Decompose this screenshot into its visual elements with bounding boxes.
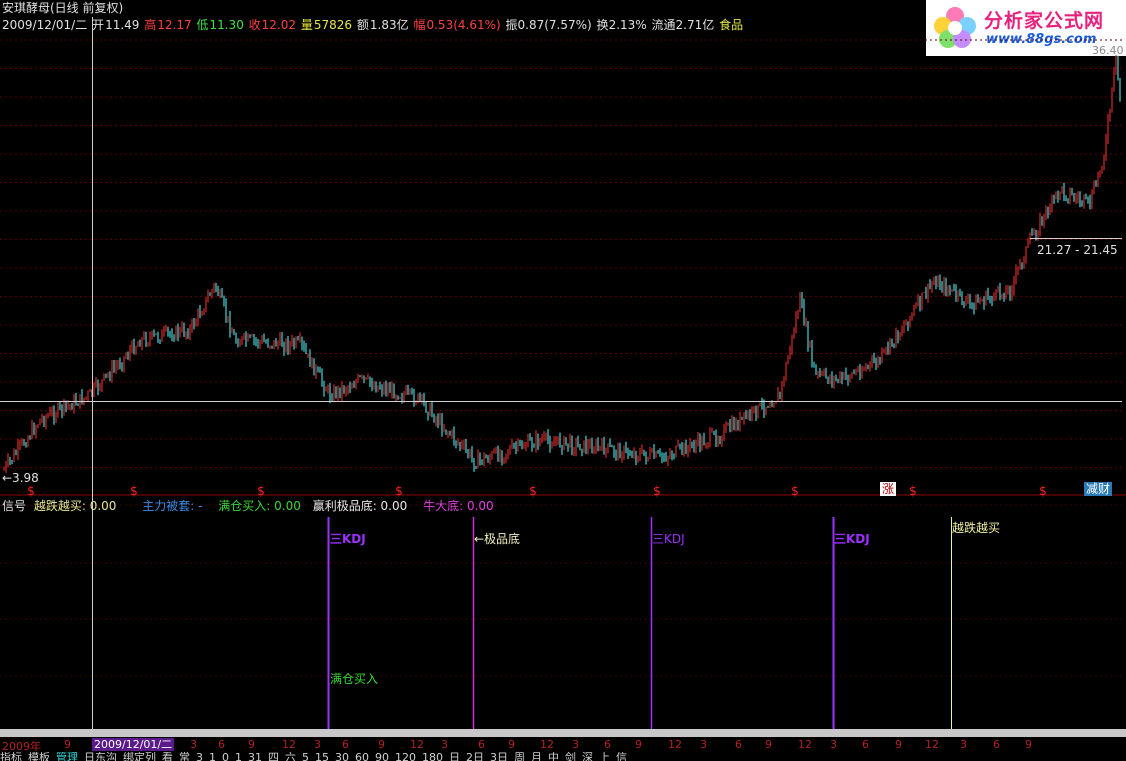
bottom-tab[interactable]: 3 (196, 752, 203, 761)
bottom-tab[interactable]: 1 (235, 752, 242, 761)
bottom-tab[interactable]: 周 (514, 752, 525, 761)
date-axis-tick: 9 (765, 738, 772, 751)
date-axis-tick: 12 (925, 738, 939, 751)
bottom-tab[interactable]: 90 (375, 752, 389, 761)
date-axis-tick: 3 (190, 738, 197, 751)
bottom-tab[interactable]: 日 (449, 752, 460, 761)
indicator-header: 信号 越跌越买: 0.00 主力被套: - 满仓买入: 0.00 赢利极品底: … (2, 498, 494, 514)
bottom-tab[interactable]: 15 (315, 752, 329, 761)
bottom-tab[interactable]: 四 (268, 752, 279, 761)
date-axis-tick: 9 (378, 738, 385, 751)
signal-label-kdj-1: 三KDJ (330, 532, 366, 546)
date-axis-tick: 3 (314, 738, 321, 751)
date-axis-tick: 6 (342, 738, 349, 751)
indicator-name: 信号 (2, 499, 27, 513)
bottom-tab[interactable]: 月 (531, 752, 542, 761)
date-axis-tick: 6 (604, 738, 611, 751)
indicator-item-zhuli: 主力被套: - (142, 499, 203, 513)
badge-up: 涨 (880, 482, 897, 496)
bottom-tab[interactable]: 120 (395, 752, 416, 761)
date-axis-tick: 9 (508, 738, 515, 751)
cursor-date-label: 2009/12/01/二 (92, 738, 175, 751)
signal-label-yuedie: 越跌越买 (952, 521, 1001, 535)
date-axis-tick: 3 (960, 738, 967, 751)
kline-chart[interactable]: $ $ $ $ $ $ $ $ $ (0, 0, 1126, 729)
bottom-tab[interactable]: 60 (355, 752, 369, 761)
signal-label-kdj-2: 三KDJ (652, 532, 685, 546)
date-axis-tick: 12 (282, 738, 296, 751)
indicator-item-yuedie: 越跌越买: 0.00 (33, 499, 117, 513)
date-axis-tick: 9 (248, 738, 255, 751)
bottom-tab[interactable]: 看 (162, 752, 173, 761)
bottom-tab[interactable]: 0 (222, 752, 229, 761)
dollar-signal-icon: $ (395, 484, 403, 498)
date-axis-tick: 12 (798, 738, 812, 751)
date-axis-tick: 12 (410, 738, 424, 751)
bottom-tab[interactable]: 5 (302, 752, 309, 761)
date-axis-tick: 12 (540, 738, 554, 751)
date-axis-tick: 6 (218, 738, 225, 751)
dollar-signal-icon: $ (1039, 484, 1047, 498)
indicator-item-niu: 牛大底: 0.00 (423, 499, 494, 513)
dollar-signal-icon: $ (529, 484, 537, 498)
date-axis-tick: 9 (1025, 738, 1032, 751)
bottom-tab[interactable]: 常 (179, 752, 190, 761)
date-axis-tick: 6 (993, 738, 1000, 751)
date-axis-tick: 6 (735, 738, 742, 751)
bottom-tab[interactable]: 31 (248, 752, 262, 761)
low-price-marker: ←3.98 (2, 471, 39, 485)
bottom-tab[interactable]: 剑 (565, 752, 576, 761)
date-axis-tick: 9 (635, 738, 642, 751)
bottom-tab[interactable]: 1 (209, 752, 216, 761)
date-axis-tick: 9 (895, 738, 902, 751)
dollar-signal-icon: $ (257, 484, 265, 498)
dollar-signal-icon: $ (653, 484, 661, 498)
bottom-tab[interactable]: 中 (548, 752, 559, 761)
bottom-tab[interactable]: 日东沟 (84, 752, 117, 761)
range-price-label: 21.27 - 21.45 (1037, 243, 1118, 257)
bottom-tab[interactable]: 深 (582, 752, 593, 761)
bottom-toolbar[interactable]: 指标 模板 管理 日东沟 绑定列看常 3 1 0 1 31 四六 5 15 30 60 90 120 180 日 2日… (0, 752, 1126, 761)
bottom-tab[interactable]: 指标 (0, 752, 22, 761)
bottom-tab[interactable]: 管理 (56, 752, 78, 761)
indicator-item-mancang: 满仓买入: 0.00 (218, 499, 301, 513)
dollar-signal-icon: $ (791, 484, 799, 498)
dollar-signal-icon: $ (909, 484, 917, 498)
dollar-signal-icon: $ (130, 484, 138, 498)
date-axis-tick: 9 (64, 738, 71, 751)
bottom-tab[interactable]: 信 (616, 752, 627, 761)
date-axis-tick: 3 (700, 738, 707, 751)
signal-label-jipin: ←极品底 (474, 532, 521, 546)
signal-label-mancang: 满仓买入 (330, 672, 379, 686)
badge-reduce: 减财 (1084, 482, 1113, 496)
date-axis-tick: 3 (572, 738, 579, 751)
bottom-tab[interactable]: 30 (335, 752, 349, 761)
bottom-tab[interactable]: 六 (285, 752, 296, 761)
horizontal-scrollbar[interactable] (0, 729, 1126, 737)
indicator-item-jipin: 赢利极品底: 0.00 (312, 499, 408, 513)
top-price-label: 36.40 (1092, 44, 1124, 57)
date-axis-tick: 3 (441, 738, 448, 751)
date-axis-tick: 3 (830, 738, 837, 751)
bottom-tab[interactable]: 3日 (490, 752, 508, 761)
signal-label-kdj-3: 三KDJ (834, 532, 870, 546)
date-axis-tick: 6 (862, 738, 869, 751)
date-axis-tick: 12 (668, 738, 682, 751)
bottom-tab[interactable]: 绑定列 (123, 752, 156, 761)
bottom-tab[interactable]: 上 (599, 752, 610, 761)
date-axis-tick: 6 (478, 738, 485, 751)
dollar-signal-icon: $ (27, 484, 35, 498)
price-grid (0, 39, 1122, 677)
bottom-tab[interactable]: 模板 (28, 752, 50, 761)
bottom-tab[interactable]: 2日 (466, 752, 484, 761)
bottom-tab[interactable]: 180 (422, 752, 443, 761)
